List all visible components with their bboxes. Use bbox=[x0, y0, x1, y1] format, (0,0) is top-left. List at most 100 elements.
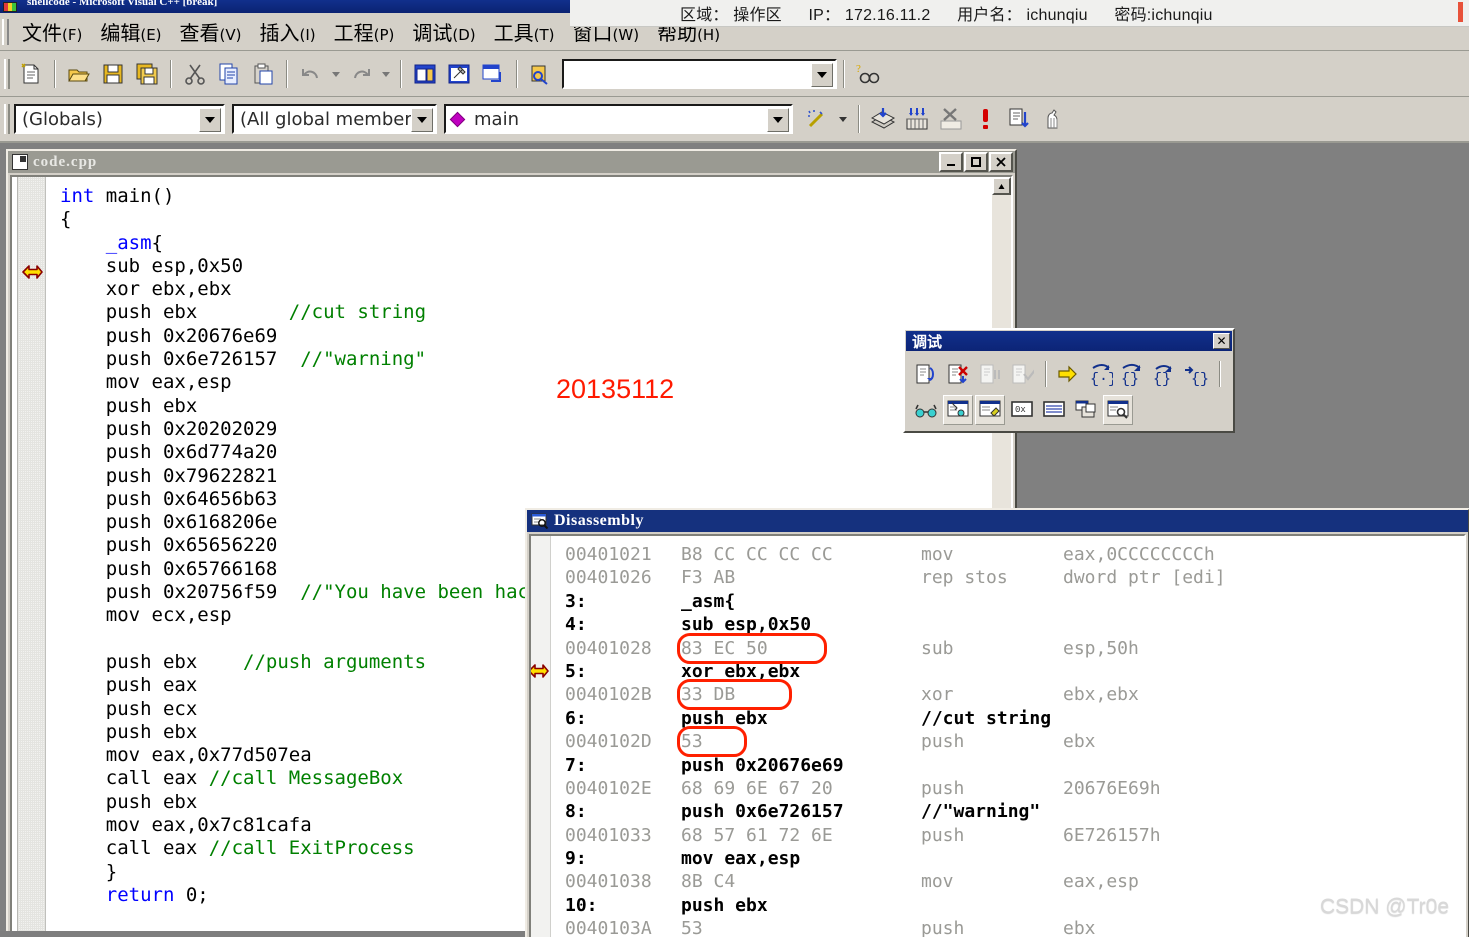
maximize-button[interactable] bbox=[964, 152, 988, 172]
break-execution-icon[interactable] bbox=[975, 359, 1005, 389]
find-in-files-icon[interactable] bbox=[525, 58, 557, 90]
code-comment: //"warning" bbox=[300, 348, 427, 371]
disassembly-source-row: 3: _asm{ bbox=[551, 590, 1464, 613]
members-combo-arrow[interactable] bbox=[411, 108, 433, 132]
disassembly-instruction-row: 0040102E 68 69 6E 67 20 push 20676E69h bbox=[551, 777, 1464, 800]
menubar-grip[interactable] bbox=[2, 18, 9, 45]
instruction-address: 00401028 bbox=[565, 637, 652, 659]
cut-icon[interactable] bbox=[179, 58, 211, 90]
show-next-statement-icon[interactable] bbox=[1053, 359, 1083, 389]
members-combo[interactable]: (All global members) bbox=[232, 104, 437, 134]
instruction-mnemonic: mov bbox=[921, 544, 954, 565]
build-project-icon[interactable] bbox=[901, 103, 933, 135]
memory-window-icon[interactable] bbox=[1039, 395, 1069, 425]
undo-icon[interactable] bbox=[295, 58, 327, 90]
scope-combo-value: (Globals) bbox=[22, 108, 103, 130]
restart-icon[interactable] bbox=[911, 359, 941, 389]
save-all-icon[interactable] bbox=[131, 58, 163, 90]
new-file-icon[interactable] bbox=[15, 58, 47, 90]
scroll-up-button[interactable] bbox=[992, 177, 1011, 195]
scope-combo-arrow[interactable] bbox=[199, 108, 221, 132]
code-token: { bbox=[151, 231, 163, 254]
save-icon[interactable] bbox=[97, 58, 129, 90]
instruction-bytes: F3 AB bbox=[681, 567, 736, 589]
call-stack-icon[interactable] bbox=[1071, 395, 1101, 425]
undo-dropdown-icon[interactable] bbox=[329, 58, 343, 90]
find-help-icon[interactable]: ? bbox=[852, 58, 884, 90]
minimize-button[interactable] bbox=[939, 152, 963, 172]
redo-dropdown-icon[interactable] bbox=[379, 58, 393, 90]
window-list-icon[interactable] bbox=[477, 58, 509, 90]
code-keyword: int bbox=[60, 185, 106, 207]
find-combo[interactable] bbox=[562, 58, 837, 89]
menu-debug[interactable]: 调试(D) bbox=[403, 15, 484, 48]
source-line-number: 5: bbox=[565, 660, 587, 682]
menu-file[interactable]: 文件(F) bbox=[13, 15, 91, 48]
toolbar-separator bbox=[843, 59, 845, 88]
menu-edit-label: 编辑 bbox=[100, 21, 141, 45]
disassembly-titlebar[interactable]: Disassembly bbox=[527, 510, 1468, 532]
wizard-wand-icon[interactable] bbox=[801, 103, 833, 135]
instruction-address: 00401026 bbox=[565, 567, 652, 589]
source-line-number: 9: bbox=[565, 848, 587, 870]
disassembly-icon[interactable] bbox=[1103, 395, 1133, 425]
wizardbar-grip[interactable] bbox=[4, 104, 10, 134]
wizard-dropdown-icon[interactable] bbox=[835, 103, 851, 135]
menu-project[interactable]: 工程(P) bbox=[325, 15, 404, 48]
stop-build-icon[interactable] bbox=[935, 103, 967, 135]
source-line-text: push 0x6e726157 bbox=[681, 801, 844, 823]
vc6-debug-screen: shellcode - Microsoft Visual C++ [break]… bbox=[0, 0, 1469, 937]
step-into-icon[interactable]: {·} bbox=[1085, 359, 1115, 389]
code-token: push 0x79622821 bbox=[60, 464, 278, 487]
disassembly-instruction-row: 0040103A 53 push ebx bbox=[551, 917, 1464, 937]
apply-code-changes-icon[interactable] bbox=[1007, 359, 1037, 389]
step-over-icon[interactable]: {} bbox=[1117, 359, 1147, 389]
instruction-bytes: 68 57 61 72 6E bbox=[681, 824, 833, 846]
quickwatch-icon[interactable] bbox=[911, 395, 941, 425]
code-editor-titlebar[interactable]: code.cpp bbox=[8, 151, 1015, 173]
paste-icon[interactable] bbox=[247, 58, 279, 90]
code-line: push 0x79622821 bbox=[60, 465, 991, 488]
disassembly-body[interactable]: 00401021 B8 CC CC CC CC mov eax,0CCCCCCCCh 0… bbox=[529, 534, 1466, 937]
stop-debugging-icon[interactable] bbox=[943, 359, 973, 389]
open-folder-icon[interactable] bbox=[63, 58, 95, 90]
compile-icon[interactable] bbox=[867, 103, 899, 135]
disassembly-source-row: 9: mov eax,esp bbox=[551, 847, 1464, 870]
execute-icon[interactable] bbox=[969, 103, 1001, 135]
go-icon[interactable] bbox=[1003, 103, 1035, 135]
toolbar-separator bbox=[286, 59, 288, 88]
code-line: _asm{ bbox=[60, 232, 991, 255]
variables-window-icon[interactable] bbox=[975, 395, 1005, 425]
source-line-number: 7: bbox=[565, 754, 587, 776]
function-combo[interactable]: main bbox=[444, 104, 793, 134]
instruction-mnemonic: rep stos bbox=[921, 567, 1008, 589]
build-icon[interactable] bbox=[443, 58, 475, 90]
watch-window-icon[interactable] bbox=[943, 395, 973, 425]
scope-combo[interactable]: (Globals) bbox=[14, 104, 225, 134]
workspace-icon[interactable] bbox=[409, 58, 441, 90]
redo-icon[interactable] bbox=[345, 58, 377, 90]
debug-toolbar-close-icon[interactable]: ✕ bbox=[1213, 333, 1230, 349]
registers-window-icon[interactable]: 0x bbox=[1007, 395, 1037, 425]
code-token: } bbox=[60, 860, 118, 883]
toolbar-separator bbox=[400, 59, 402, 88]
editor-gutter[interactable] bbox=[12, 177, 46, 931]
instruction-mnemonic: push bbox=[921, 824, 965, 846]
session-info-banner: 区域： 操作区 IP： 172.16.11.2 用户名： ichunqiu 密码… bbox=[570, 0, 1469, 27]
code-token: 0; bbox=[174, 883, 209, 906]
code-token: push 0x20676e69 bbox=[60, 324, 278, 347]
menu-view[interactable]: 查看(V) bbox=[171, 15, 251, 48]
menu-tools[interactable]: 工具(T) bbox=[485, 15, 564, 48]
debug-toolbar-titlebar[interactable]: 调试 ✕ bbox=[906, 331, 1232, 351]
menu-edit[interactable]: 编辑(E) bbox=[91, 15, 170, 48]
standard-toolbar-grip[interactable] bbox=[4, 58, 10, 89]
menu-insert[interactable]: 插入(I) bbox=[251, 15, 325, 48]
insert-remove-breakpoint-icon[interactable] bbox=[1037, 103, 1069, 135]
function-combo-arrow[interactable] bbox=[767, 108, 789, 132]
step-out-icon[interactable]: {} bbox=[1149, 359, 1179, 389]
copy-icon[interactable] bbox=[213, 58, 245, 90]
close-button[interactable] bbox=[989, 152, 1013, 172]
find-combo-arrow[interactable] bbox=[811, 62, 833, 87]
instruction-operands: ebx bbox=[1063, 918, 1096, 937]
run-to-cursor-icon[interactable]: {} bbox=[1181, 359, 1211, 389]
